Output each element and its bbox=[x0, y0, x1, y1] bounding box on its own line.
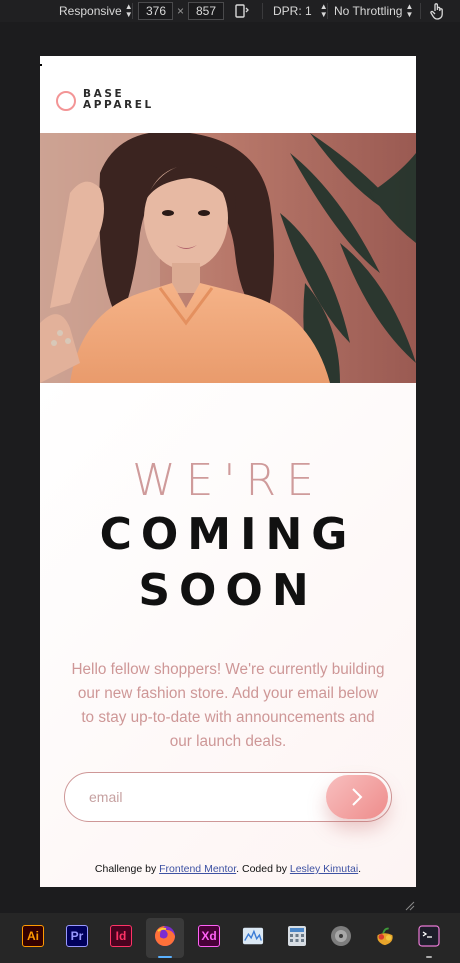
headline-soon: SOON bbox=[138, 565, 318, 616]
hand-pointer-icon bbox=[430, 3, 443, 20]
dpr-label: DPR: 1 bbox=[273, 4, 312, 18]
headline-coming: COMING bbox=[99, 509, 357, 560]
site-header: BASE APPAREL bbox=[40, 56, 416, 133]
devtools-toolbar: Responsive ▲ ▼ 376 × 857 DPR: 1 ▲ ▼ No Thr… bbox=[0, 0, 460, 22]
hero-photo-illustration bbox=[40, 133, 416, 383]
xd-label: Xd bbox=[201, 929, 217, 943]
illustrator-icon[interactable]: Ai bbox=[22, 925, 44, 947]
fruit-glyph bbox=[377, 927, 393, 946]
width-value: 376 bbox=[146, 4, 167, 18]
times-label: × bbox=[177, 4, 185, 18]
taskbar: Ai Pr Id Xd bbox=[0, 913, 460, 963]
disk-glyph bbox=[331, 926, 351, 946]
system-monitor-icon[interactable] bbox=[242, 925, 264, 947]
device-mode-select[interactable]: Responsive ▲ ▼ bbox=[59, 0, 133, 22]
firefox-icon[interactable] bbox=[154, 925, 176, 947]
description-text: Hello fellow shoppers! We're currently b… bbox=[71, 661, 385, 750]
calculator-icon[interactable] bbox=[286, 925, 308, 947]
logo-text[interactable]: BASE APPAREL bbox=[83, 89, 154, 111]
submit-button[interactable] bbox=[326, 775, 388, 819]
logo-circle-icon bbox=[56, 91, 76, 111]
rotate-button[interactable] bbox=[234, 0, 250, 22]
attribution-prefix: Challenge by bbox=[94, 863, 160, 875]
terminal-glyph bbox=[418, 925, 440, 947]
rotate-device-icon bbox=[235, 4, 249, 18]
divider bbox=[327, 3, 328, 19]
stray-dot bbox=[40, 64, 42, 66]
email-input[interactable] bbox=[89, 773, 319, 821]
divider bbox=[420, 3, 421, 19]
running-indicator bbox=[426, 956, 432, 958]
author-link[interactable]: Lesley Kimutai bbox=[290, 863, 358, 875]
calculator-glyph bbox=[288, 926, 306, 946]
monitor-graph-icon bbox=[242, 927, 264, 945]
attribution-suffix: . bbox=[358, 863, 362, 875]
terminal-icon[interactable] bbox=[418, 925, 440, 947]
attribution: Challenge by Frontend Mentor. Coded by L… bbox=[40, 863, 416, 875]
throttling-label: No Throttling bbox=[334, 4, 403, 18]
chevron-right-icon bbox=[352, 788, 363, 806]
hero-image bbox=[40, 133, 416, 383]
page-viewport: BASE APPAREL WE'RE COMING SOON Hello fel… bbox=[40, 56, 416, 887]
divider bbox=[262, 3, 263, 19]
main-content: WE'RE COMING SOON Hello fellow shoppers!… bbox=[40, 383, 416, 887]
divider bbox=[132, 3, 133, 19]
select-arrows-icon: ▲ ▼ bbox=[405, 2, 414, 19]
times-sign: × bbox=[177, 0, 184, 22]
premiere-icon[interactable]: Pr bbox=[66, 925, 88, 947]
resize-handle-icon[interactable] bbox=[403, 899, 415, 911]
xd-icon[interactable]: Xd bbox=[198, 925, 220, 947]
fruit-app-icon[interactable] bbox=[374, 925, 396, 947]
dpr-select[interactable]: DPR: 1 ▲ ▼ bbox=[273, 0, 328, 22]
illustrator-label: Ai bbox=[27, 929, 39, 943]
height-input[interactable]: 857 bbox=[188, 2, 224, 20]
throttling-select[interactable]: No Throttling ▲ ▼ bbox=[334, 0, 413, 22]
touch-button[interactable] bbox=[429, 0, 445, 22]
indesign-icon[interactable]: Id bbox=[110, 925, 132, 947]
frontend-mentor-link[interactable]: Frontend Mentor bbox=[159, 863, 236, 875]
attribution-middle: . Coded by bbox=[236, 863, 290, 875]
firefox-logo bbox=[155, 926, 175, 946]
email-form bbox=[64, 772, 392, 822]
premiere-label: Pr bbox=[70, 929, 84, 943]
height-value: 857 bbox=[196, 4, 217, 18]
device-mode-label: Responsive bbox=[59, 4, 122, 18]
headline-were: WE'RE bbox=[132, 455, 324, 506]
disk-icon[interactable] bbox=[330, 925, 352, 947]
indesign-label: Id bbox=[115, 929, 127, 943]
active-indicator bbox=[158, 956, 172, 958]
logo-line-2: APPAREL bbox=[83, 99, 154, 111]
width-input[interactable]: 376 bbox=[138, 2, 173, 20]
